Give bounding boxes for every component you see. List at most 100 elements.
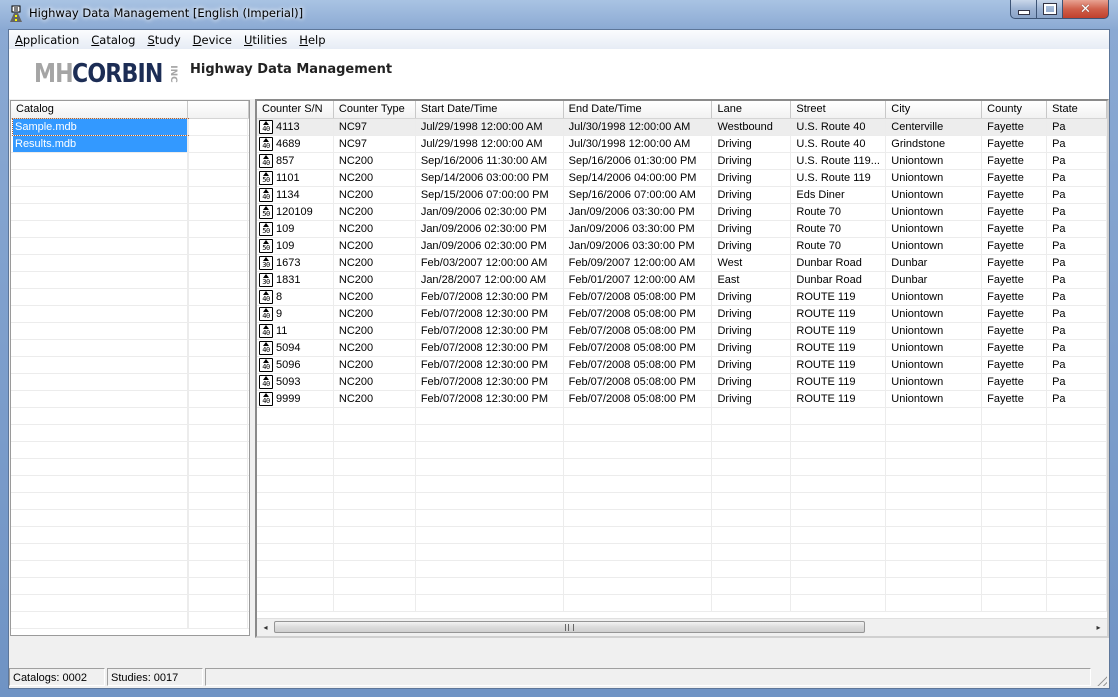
cell-end [564,408,713,424]
title-bar[interactable]: Highway Data Management [English (Imperi… [0,0,1118,28]
menu-device[interactable]: Device [187,33,238,47]
study-row[interactable]: 40 8 NC200 Feb/07/2008 12:30:00 PM Feb/07/20… [257,289,1107,306]
maximize-button[interactable] [1037,0,1063,19]
column-header-end[interactable]: End Date/Time [564,101,713,118]
column-header-city[interactable]: City [886,101,983,118]
study-row[interactable]: 50 109 NC200 Jan/09/2006 02:30:00 PM Jan/09/… [257,221,1107,238]
scroll-right-button[interactable]: ▸ [1090,619,1107,636]
menu-utilities[interactable]: Utilities [238,33,293,47]
menu-study[interactable]: Study [141,33,186,47]
counter-sn: 109 [276,240,295,252]
study-row[interactable]: 40 4113 NC97 Jul/29/1998 12:00:00 AM Jul/30/… [257,119,1107,136]
horizontal-scrollbar[interactable]: ◂ ▸ [257,618,1107,636]
catalog-filler-cell [188,578,248,594]
study-row[interactable]: 50 120109 NC200 Jan/09/2006 02:30:00 PM Jan/… [257,204,1107,221]
cell-type [334,510,416,526]
minimize-button[interactable] [1010,0,1037,19]
device-icon-number: 40 [262,329,270,337]
catalog-list[interactable]: Catalog Sample.mdb Results.mdb [10,100,250,636]
cell-city: Uniontown [886,221,983,237]
catalog-item-name [13,306,188,322]
cell-street [791,544,887,560]
counter-device-icon: 40 [259,307,273,321]
study-row[interactable]: 40 857 NC200 Sep/16/2006 11:30:00 AM Sep/16/… [257,153,1107,170]
resize-grip-icon[interactable] [1095,674,1107,686]
study-row[interactable]: 40 5094 NC200 Feb/07/2008 12:30:00 PM Feb/07… [257,340,1107,357]
catalog-item[interactable]: Results.mdb [11,136,249,153]
column-header-type[interactable]: Counter Type [334,101,416,118]
cell-start: Jan/09/2006 02:30:00 PM [416,238,564,254]
study-row[interactable]: 50 1101 NC200 Sep/14/2006 03:00:00 PM Sep/14… [257,170,1107,187]
study-row[interactable]: 40 5093 NC200 Feb/07/2008 12:30:00 PM Feb/07… [257,374,1107,391]
cell-county: Fayette [982,136,1048,152]
empty-row [257,544,1107,561]
cell-street: ROUTE 119 [791,391,887,407]
study-row[interactable]: 40 1134 NC200 Sep/15/2006 07:00:00 PM Sep/16… [257,187,1107,204]
empty-row [257,408,1107,425]
counter-sn: 8 [276,291,283,303]
catalog-item-name: Sample.mdb [12,118,189,136]
catalog-filler-cell [188,527,248,543]
menu-accelerator: A [15,32,23,47]
catalog-filler-cell [188,357,248,373]
column-header-state[interactable]: State [1047,101,1107,118]
counter-sn: 109 [276,223,295,235]
cell-city: Uniontown [886,204,983,220]
study-row[interactable]: 50 109 NC200 Jan/09/2006 02:30:00 PM Jan/09/… [257,238,1107,255]
column-header-street[interactable]: Street [791,101,887,118]
column-header-lane[interactable]: Lane [712,101,792,118]
cell-state: Pa [1047,323,1107,339]
cell-end [564,493,713,509]
cell-sn [257,493,334,509]
cell-end: Feb/09/2007 12:00:00 AM [564,255,713,271]
cell-street [791,493,887,509]
catalog-item[interactable]: Sample.mdb [11,118,249,136]
column-header-start[interactable]: Start Date/Time [416,101,564,118]
cell-type: NC200 [334,170,416,186]
scroll-left-arrow-icon: ◂ [263,623,268,632]
scroll-left-button[interactable]: ◂ [257,619,274,636]
cell-county [982,442,1048,458]
cell-street [791,442,887,458]
study-row[interactable]: 30 1831 NC200 Jan/28/2007 12:00:00 AM Feb/01… [257,272,1107,289]
cell-city: Uniontown [886,323,983,339]
cell-street: U.S. Route 119... [791,153,887,169]
cell-state [1047,544,1107,560]
scroll-thumb[interactable] [274,621,865,633]
app-window: Highway Data Management [English (Imperi… [0,0,1118,697]
study-row[interactable]: 40 4689 NC97 Jul/29/1998 12:00:00 AM Jul/30/… [257,136,1107,153]
cell-start [416,595,564,611]
study-row[interactable]: 40 11 NC200 Feb/07/2008 12:30:00 PM Feb/07/2… [257,323,1107,340]
cell-sn: 40 4689 [257,136,334,152]
column-header-sn[interactable]: Counter S/N [257,101,334,118]
cell-city: Uniontown [886,238,983,254]
menu-help[interactable]: Help [293,33,331,47]
catalog-item-name [13,255,188,271]
cell-lane: Driving [712,221,792,237]
cell-end: Jan/09/2006 03:30:00 PM [564,221,713,237]
cell-city [886,425,983,441]
cell-street: ROUTE 119 [791,357,887,373]
studies-table[interactable]: Counter S/N Counter Type Start Date/Time En… [255,99,1109,638]
menu-catalog[interactable]: Catalog [85,33,141,47]
menu-application[interactable]: Application [9,33,85,47]
column-header-county[interactable]: County [982,101,1048,118]
logo-inc: INC [167,65,178,83]
cell-type: NC200 [334,238,416,254]
study-row[interactable]: 30 1673 NC200 Feb/03/2007 12:00:00 AM Feb/09… [257,255,1107,272]
counter-sn: 4113 [276,121,300,133]
cell-sn: 50 120109 [257,204,334,220]
study-row[interactable]: 40 9999 NC200 Feb/07/2008 12:30:00 PM Feb/07… [257,391,1107,408]
cell-county: Fayette [982,204,1048,220]
study-row[interactable]: 40 9 NC200 Feb/07/2008 12:30:00 PM Feb/07/20… [257,306,1107,323]
cell-lane: Driving [712,340,792,356]
catalog-column-header[interactable]: Catalog [11,101,188,118]
cell-county [982,578,1048,594]
cell-state [1047,425,1107,441]
study-row[interactable]: 40 5096 NC200 Feb/07/2008 12:30:00 PM Feb/07… [257,357,1107,374]
cell-end: Jul/30/1998 12:00:00 AM [564,136,713,152]
cell-sn [257,425,334,441]
counter-sn: 857 [276,155,295,167]
close-button[interactable]: ✕ [1063,0,1109,19]
cell-sn [257,510,334,526]
